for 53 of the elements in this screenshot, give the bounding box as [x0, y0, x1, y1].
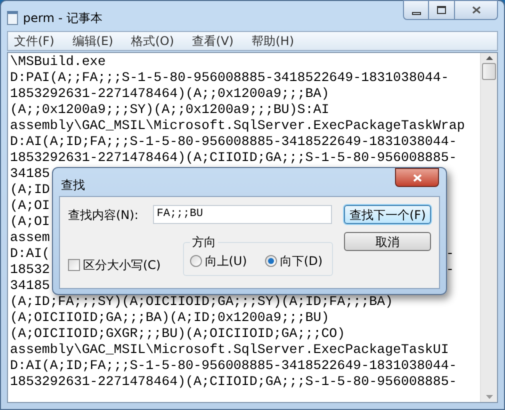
text-line: D:PAI(A;;FA;;;S-1-5-80-956008885-3418522649-1831038044- [10, 70, 449, 86]
menu-item[interactable]: 帮助(H) [250, 32, 296, 50]
text-line: 1853292631-2271478464)(A;;0x1200a9;;;BA) [10, 86, 330, 102]
text-line: (A;ID [10, 182, 50, 198]
maximize-icon [437, 6, 446, 14]
window-title: perm - 记事本 [23, 10, 102, 27]
radio-label: 向下(D) [280, 253, 323, 270]
text-line: assembly\GAC_MSIL\Microsoft.SqlServer.ExecPackageTaskUI [10, 342, 449, 358]
text-line: (A;OICIIOID;GA;;;BA)(A;ID;0x1200a9;;;BU) [10, 310, 330, 326]
radio-button[interactable] [190, 255, 202, 267]
menu-item[interactable]: 查看(V) [190, 32, 236, 50]
find-what-label: 查找内容(N): [68, 206, 140, 224]
text-line: D:AI(A;ID;FA;;;S-1-5-80-956008885-3418522649-1831038044- [10, 358, 457, 374]
scroll-down-icon[interactable] [486, 395, 492, 399]
text-line: assem [10, 230, 50, 246]
scrollbar-thumb[interactable] [482, 63, 496, 80]
radio-button[interactable] [264, 255, 277, 267]
radio-label: 向上(U) [204, 253, 247, 270]
close-button[interactable] [454, 0, 498, 20]
text-line: - [446, 262, 454, 278]
text-line: \MSBuild.exe [10, 54, 106, 70]
close-icon [472, 6, 480, 14]
menu-item[interactable]: 格式(O) [129, 32, 176, 50]
find-next-button[interactable]: 查找下一个(F) [344, 205, 431, 224]
text-line: 1853292631-2271478464)(A;CIIOID;GA;;;S-1-5-80-956008885- [10, 374, 457, 390]
minimize-icon [412, 12, 420, 14]
dialog-close-button[interactable] [395, 168, 439, 187]
text-line: D:AI(A;ID;FA;;;S-1-5-80-956008885-3418522649-1831038044- [10, 134, 457, 150]
minimize-button[interactable] [403, 0, 429, 20]
text-line: assembly\GAC_MSIL\Microsoft.SqlServer.ExecPackageTaskWrap [10, 118, 465, 134]
text-line: (A;OICIIOID;GXGR;;;BU)(A;OICIIOID;GA;;;CO) [10, 326, 346, 342]
match-case-label: 区分大小写(C) [83, 257, 161, 274]
cancel-button[interactable]: 取消 [344, 232, 431, 251]
menu-item[interactable]: 文件(F) [12, 32, 56, 50]
close-icon [412, 174, 422, 182]
text-line: (A;OI [10, 214, 50, 230]
text-line: 34185 [10, 166, 50, 182]
maximize-button[interactable] [429, 0, 454, 20]
text-line: D:AI( [10, 246, 50, 262]
text-line: (A;ID;FA;;;SY)(A;OICIIOID;GA;;;SY)(A;ID;FA;;;BA) [10, 294, 394, 310]
scroll-up-icon[interactable] [486, 56, 492, 60]
vertical-scrollbar[interactable] [480, 53, 497, 402]
menu-item[interactable]: 编辑(E) [70, 32, 116, 50]
text-line: (A;OI [10, 198, 50, 214]
match-case-checkbox[interactable] [68, 259, 80, 271]
text-line: 1853292631-2271478464)(A;CIIOID;GA;;;S-1-5-80-956008885- [10, 150, 457, 166]
notepad-icon [7, 11, 18, 25]
text-line: 18532 [10, 262, 50, 278]
find-what-field[interactable]: FA;;;BU [152, 205, 332, 224]
text-line: 34185 [10, 278, 50, 294]
dialog-title: 查找 [61, 177, 85, 194]
text-line: (A;;0x1200a9;;;SY)(A;;0x1200a9;;;BU)S:AI [10, 102, 330, 118]
text-line: - [446, 246, 454, 262]
